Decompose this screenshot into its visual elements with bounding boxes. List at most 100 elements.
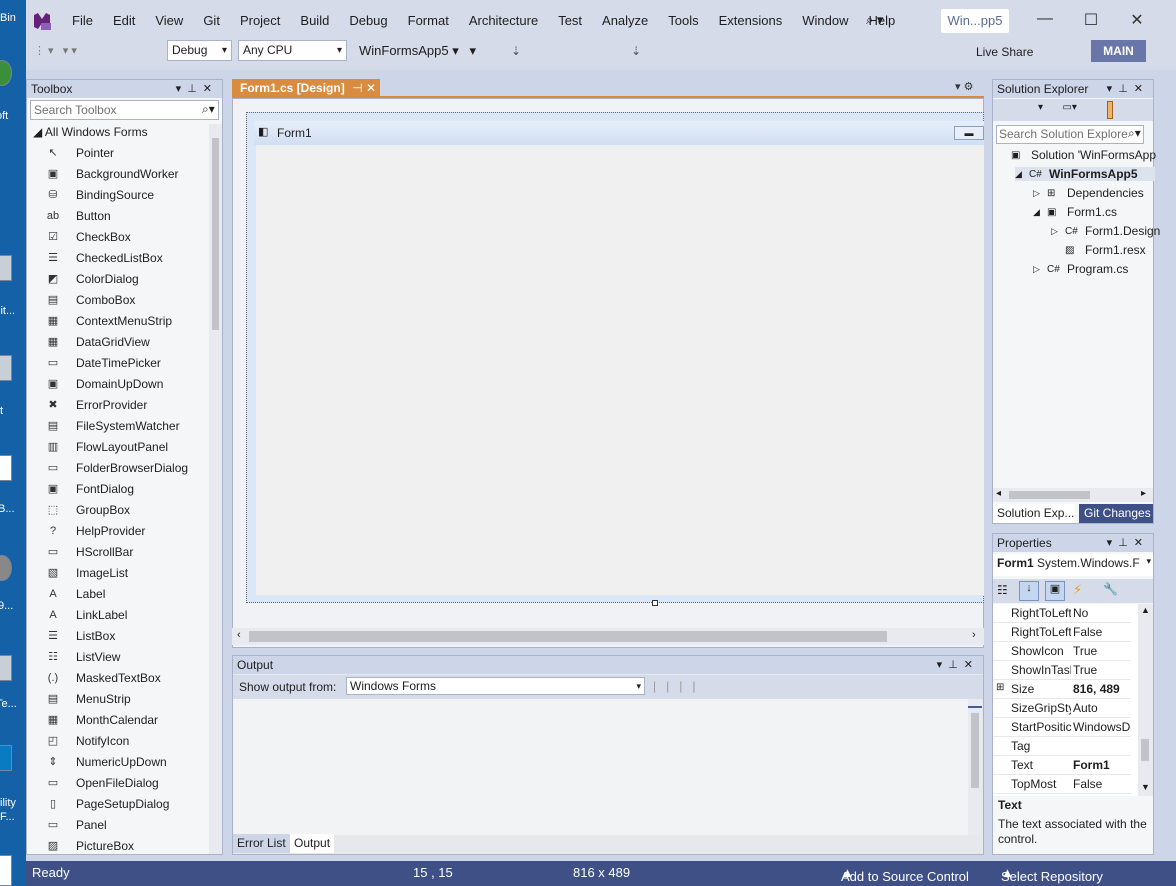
tab-solution-explorer[interactable]: Solution Exp... (993, 504, 1075, 523)
toolbox-item[interactable]: ▤ FileSystemWatcher (45, 415, 180, 436)
toolbox-item[interactable]: ▥ FlowLayoutPanel (45, 436, 168, 457)
search-icon[interactable]: ⌕▾ (1128, 126, 1141, 141)
configuration-select[interactable]: Debug (167, 40, 232, 61)
toolbox-item[interactable]: ☰ CheckedListBox (45, 247, 163, 268)
expander-icon[interactable]: ▷ (1033, 264, 1047, 275)
startup-project-button[interactable]: WinFormsApp5 ▾ ▾ (359, 43, 476, 59)
solution-search-input[interactable]: Search Solution Explore (996, 125, 1144, 144)
properties-object-select[interactable]: Form1 System.Windows.F ▾ (993, 554, 1153, 576)
property-value[interactable]: 816, 489 (1073, 682, 1131, 696)
minimize-button[interactable]: — (1025, 10, 1065, 28)
scrollbar-thumb[interactable] (212, 138, 219, 330)
events-icon[interactable]: ⚡ (1073, 582, 1082, 598)
panel-controls-icon[interactable]: ▾⊥✕ (937, 656, 979, 674)
menu-extensions[interactable]: Extensions (709, 12, 793, 29)
toolbox-item[interactable]: ? HelpProvider (45, 520, 145, 541)
platform-select[interactable]: Any CPU (238, 40, 347, 61)
property-value[interactable]: True (1073, 644, 1131, 658)
toolbox-item[interactable]: ☷ ListView (45, 646, 120, 667)
menu-project[interactable]: Project (230, 12, 290, 29)
property-row[interactable]: ShowIcon True (993, 642, 1131, 661)
scrollbar-thumb[interactable] (1009, 491, 1090, 499)
tab-form1-design[interactable]: Form1.cs [Design] ⊣ ✕ (232, 79, 380, 98)
desktop-app-icon[interactable] (0, 455, 12, 481)
toolbox-item[interactable]: ▤ MenuStrip (45, 688, 131, 709)
menu-build[interactable]: Build (290, 12, 339, 29)
panel-controls-icon[interactable]: ▾⊥✕ (1107, 534, 1149, 552)
scrollbar-thumb[interactable] (249, 631, 887, 642)
panel-controls-icon[interactable]: ▾⊥✕ (176, 80, 218, 98)
branch-badge[interactable]: MAIN (1091, 40, 1146, 62)
toolbox-item[interactable]: (.) MaskedTextBox (45, 667, 161, 688)
toolbox-item[interactable]: ⇕ NumericUpDown (45, 751, 166, 772)
toolbar-pending-icon[interactable] (1107, 101, 1113, 119)
toolbox-item[interactable]: ▭ Panel (45, 814, 107, 835)
scroll-right-icon[interactable]: › (972, 629, 976, 641)
toolbox-item[interactable]: ◰ NotifyIcon (45, 730, 130, 751)
toolbox-search-input[interactable]: Search Toolbox (30, 100, 219, 120)
desktop-app-icon[interactable] (0, 355, 12, 381)
solution-tree-item[interactable]: ▷ ⊞ Dependencies (1033, 186, 1144, 200)
search-icon[interactable]: ⌕▾ (202, 102, 215, 117)
menu-file[interactable]: File (62, 12, 103, 29)
expand-icon[interactable]: ⊞ (996, 682, 1004, 693)
property-value[interactable]: False (1073, 625, 1131, 639)
toolbox-item[interactable]: ▦ DataGridView (45, 331, 150, 352)
resize-handle[interactable] (652, 600, 658, 606)
property-row[interactable]: RightToLeft False (993, 623, 1131, 642)
toolbox-item[interactable]: ab Button (45, 205, 111, 226)
property-value[interactable]: No (1073, 606, 1131, 620)
toolbox-item[interactable]: ◩ ColorDialog (45, 268, 139, 289)
solution-tree-item[interactable]: ▣ Solution 'WinFormsApp (997, 148, 1156, 162)
solution-hscrollbar[interactable]: ◂ ▸ (993, 488, 1153, 502)
tab-git-changes[interactable]: Git Changes (1079, 504, 1153, 523)
toolbar-dropdown-icon[interactable]: ▾ ▭▾ (1038, 102, 1077, 113)
property-row[interactable]: ShowInTask True (993, 661, 1131, 680)
property-row[interactable]: ⊞ Size 816, 489 (993, 680, 1131, 699)
expander-icon[interactable]: ◢ (1015, 169, 1029, 180)
menu-edit[interactable]: Edit (103, 12, 145, 29)
desktop-app-icon[interactable] (0, 555, 12, 581)
property-row[interactable]: RightToLeft No (993, 604, 1131, 623)
property-value[interactable]: Form1 (1073, 758, 1131, 772)
output-text[interactable] (233, 699, 968, 835)
toolbox-item[interactable]: ▭ FolderBrowserDialog (45, 457, 188, 478)
tab-overflow-icon[interactable]: ▾ ⚙ (955, 80, 973, 93)
designer-hscrollbar[interactable]: ‹ › (232, 628, 984, 645)
solution-tree-item[interactable]: ◢ C# WinFormsApp5 (1015, 167, 1155, 181)
properties-scrollbar[interactable]: ▲ ▼ (1138, 604, 1153, 796)
toolbox-item[interactable]: ⬚ GroupBox (45, 499, 130, 520)
solution-tree-item[interactable]: ▨ Form1.resx (1051, 243, 1146, 257)
toolbox-item[interactable]: ▤ ComboBox (45, 289, 136, 310)
solution-tree-item[interactable]: ▷ C# Form1.Design (1051, 224, 1160, 238)
scroll-left-icon[interactable]: ◂ (996, 488, 1001, 499)
desktop-app-icon[interactable] (0, 745, 12, 771)
toolbox-group[interactable]: ◢ All Windows Forms (33, 125, 148, 139)
desktop-app-icon[interactable] (0, 255, 12, 281)
search-icon[interactable]: ⌕ ▾ (866, 12, 883, 28)
output-source-select[interactable]: Windows Forms ▾ (346, 677, 645, 695)
panel-controls-icon[interactable]: ▾⊥✕ (1107, 80, 1149, 98)
properties-icon[interactable]: ▣ (1045, 581, 1065, 601)
live-share-button[interactable]: Live Share (976, 45, 1033, 59)
property-value[interactable]: Auto (1073, 701, 1131, 715)
property-row[interactable]: SizeGripSty Auto (993, 699, 1131, 718)
tab-error-list[interactable]: Error List (233, 834, 290, 853)
close-button[interactable]: ✕ (1117, 10, 1157, 30)
scroll-up-icon[interactable]: ▲ (1141, 605, 1150, 615)
expander-icon[interactable]: ▷ (1051, 226, 1065, 237)
desktop-app-icon[interactable] (0, 855, 12, 886)
toolbox-item[interactable]: ▨ PictureBox (45, 835, 134, 856)
toolbox-item[interactable]: ▣ FontDialog (45, 478, 134, 499)
scrollbar-thumb[interactable] (971, 713, 979, 788)
toolbox-item[interactable]: ▣ BackgroundWorker (45, 163, 179, 184)
toolbox-item[interactable]: ▦ MonthCalendar (45, 709, 158, 730)
expander-icon[interactable]: ◢ (1033, 207, 1047, 218)
desktop-app-icon[interactable] (0, 655, 12, 681)
form-client-area[interactable] (256, 145, 984, 595)
menu-format[interactable]: Format (398, 12, 459, 29)
scroll-right-icon[interactable]: ▸ (1141, 488, 1146, 499)
toolbox-item[interactable]: ☰ ListBox (45, 625, 115, 646)
toolbox-item[interactable]: A Label (45, 583, 105, 604)
scrollbar-thumb[interactable] (1141, 739, 1149, 761)
